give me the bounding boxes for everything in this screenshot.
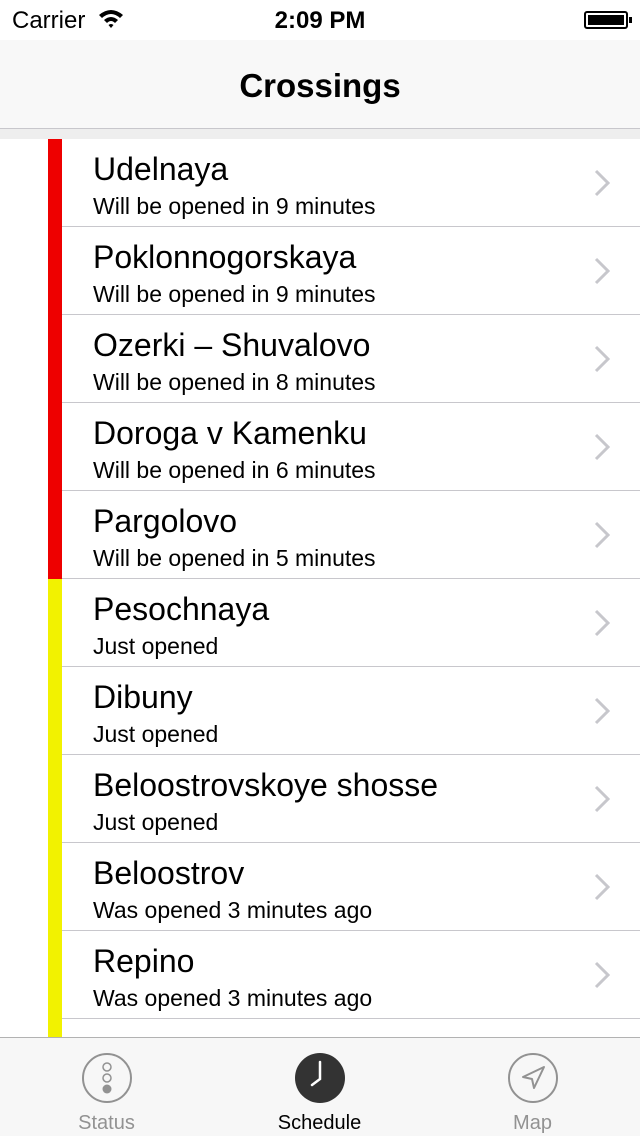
tab-bar: Status Schedule Map <box>0 1037 640 1136</box>
crossing-row[interactable]: Beloostrovskoye shosse Just opened <box>0 755 640 843</box>
crossing-status-indicator <box>48 403 62 491</box>
crossing-status-text: Was opened 3 minutes ago <box>93 985 373 1011</box>
chevron-right-icon <box>594 345 610 373</box>
chevron-right-icon <box>594 257 610 285</box>
screen: Carrier 2:09 PM Crossings Udelnaya Will b… <box>0 0 640 1136</box>
clock-icon <box>294 1053 345 1103</box>
crossing-name: Doroga v Kamenku <box>93 415 367 451</box>
crossing-status-indicator <box>48 491 62 579</box>
crossing-status-indicator <box>48 227 62 315</box>
crossing-name: Udelnaya <box>93 151 229 187</box>
crossing-status-text: Will be opened in 5 minutes <box>93 545 376 571</box>
traffic-light-icon <box>81 1053 132 1103</box>
crossing-name: Pargolovo <box>93 503 238 539</box>
navigation-bar: Crossings <box>0 40 640 128</box>
crossing-row[interactable]: Poklonnogorskaya Will be opened in 9 minu… <box>0 227 640 315</box>
crossing-name: Ozerki – Shuvalovo <box>93 327 371 363</box>
crossings-list[interactable]: Udelnaya Will be opened in 9 minutes Poklo… <box>0 139 640 1037</box>
page-title: Crossings <box>239 67 401 104</box>
crossing-row[interactable]: Udelnaya Will be opened in 9 minutes <box>0 139 640 227</box>
status-bar: Carrier 2:09 PM <box>0 0 640 40</box>
chevron-right-icon <box>594 961 610 989</box>
crossing-name: Pesochnaya <box>93 591 270 627</box>
crossing-status-text: Will be opened in 9 minutes <box>93 193 376 219</box>
crossing-row[interactable]: Pargolovo Will be opened in 5 minutes <box>0 491 640 579</box>
crossing-status-text: Just opened <box>93 721 219 747</box>
chevron-right-icon <box>594 609 610 637</box>
crossing-row[interactable]: Beloostrov Was opened 3 minutes ago <box>0 843 640 931</box>
crossing-name: Beloostrov <box>93 855 245 891</box>
crossing-status-text: Just opened <box>93 809 219 835</box>
chevron-right-icon <box>594 697 610 725</box>
battery-icon <box>584 11 632 29</box>
crossing-row[interactable]: M <box>0 1019 640 1037</box>
crossing-status-text: Will be opened in 6 minutes <box>93 457 376 483</box>
crossing-name: Beloostrovskoye shosse <box>93 767 439 803</box>
crossing-status-text: Just opened <box>93 633 219 659</box>
chevron-right-icon <box>594 433 610 461</box>
crossing-name: Poklonnogorskaya <box>93 239 357 275</box>
crossing-status-text: Was opened 3 minutes ago <box>93 897 373 923</box>
tab-status-label: Status <box>78 1112 135 1134</box>
chevron-right-icon <box>594 785 610 813</box>
crossing-name: Dibuny <box>93 679 193 715</box>
crossing-status-indicator <box>48 1019 62 1037</box>
location-arrow-icon <box>507 1053 558 1103</box>
crossing-row[interactable]: Repino Was opened 3 minutes ago <box>0 931 640 1019</box>
crossing-status-indicator <box>48 139 62 227</box>
chevron-right-icon <box>594 169 610 197</box>
crossing-status-indicator <box>48 755 62 843</box>
crossing-status-indicator <box>48 315 62 403</box>
chevron-right-icon <box>594 873 610 901</box>
crossing-row[interactable]: Pesochnaya Just opened <box>0 579 640 667</box>
status-time: 2:09 PM <box>274 7 366 34</box>
crossing-name: Repino <box>93 943 195 979</box>
tab-map[interactable]: Map <box>426 1038 639 1136</box>
crossing-status-indicator <box>48 843 62 931</box>
crossing-row[interactable]: Dibuny Just opened <box>0 667 640 755</box>
crossing-status-text: Will be opened in 9 minutes <box>93 281 376 307</box>
crossing-status-indicator <box>48 579 62 667</box>
tab-schedule-label: Schedule <box>277 1112 362 1134</box>
tab-schedule[interactable]: Schedule <box>213 1038 426 1136</box>
crossing-row[interactable]: Ozerki – Shuvalovo Will be opened in 8 mi… <box>0 315 640 403</box>
tab-status[interactable]: Status <box>0 1038 213 1136</box>
tab-map-label: Map <box>513 1112 552 1134</box>
chevron-right-icon <box>594 521 610 549</box>
crossing-status-indicator <box>48 931 62 1019</box>
crossing-row[interactable]: Doroga v Kamenku Will be opened in 6 minu… <box>0 403 640 491</box>
crossing-status-text: Will be opened in 8 minutes <box>93 369 376 395</box>
crossing-status-indicator <box>48 667 62 755</box>
